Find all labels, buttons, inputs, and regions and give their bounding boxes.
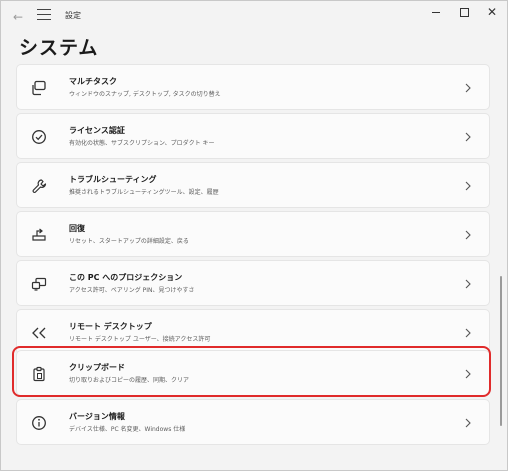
- window-title: 設定: [65, 11, 81, 20]
- chevron-right-icon: [463, 416, 473, 430]
- item-description: リセット、スタートアップの詳細設定、戻る: [69, 238, 189, 245]
- item-description: 推奨されるトラブルシューティングツール、設定、履歴: [69, 189, 219, 196]
- item-title: マルチタスク: [69, 77, 117, 86]
- item-title: ライセンス認証: [69, 126, 125, 135]
- item-description: 有効化の状態、サブスクリプション、プロダクト キー: [69, 140, 215, 147]
- chevron-right-icon: [463, 326, 473, 340]
- item-title: 回復: [69, 224, 85, 233]
- settings-item-multitasking[interactable]: マルチタスク ウィンドウのスナップ, デスクトップ, タスクの切り替え: [16, 64, 490, 110]
- multitasking-icon: [29, 78, 49, 98]
- chevron-right-icon: [463, 179, 473, 193]
- item-title: リモート デスクトップ: [69, 322, 152, 331]
- remote-desktop-icon: [29, 323, 49, 343]
- minimize-icon: [432, 11, 440, 13]
- chevron-right-icon: [463, 277, 473, 291]
- settings-item-recovery[interactable]: 回復 リセット、スタートアップの詳細設定、戻る: [16, 211, 490, 257]
- recovery-icon: [29, 225, 49, 245]
- close-icon: ✕: [486, 5, 498, 19]
- activation-icon: [29, 127, 49, 147]
- item-description: アクセス許可、ペアリング PIN、見つけやすさ: [69, 287, 195, 294]
- settings-item-about[interactable]: バージョン情報 デバイス仕様、PC 名変更、Windows 仕様: [16, 399, 490, 445]
- scrollbar-thumb[interactable]: [500, 276, 502, 426]
- close-button[interactable]: ✕: [475, 1, 507, 29]
- settings-list: マルチタスク ウィンドウのスナップ, デスクトップ, タスクの切り替え ライセン…: [1, 61, 507, 470]
- hamburger-menu-icon[interactable]: [37, 9, 51, 21]
- item-title: トラブルシューティング: [69, 175, 157, 184]
- chevron-right-icon: [463, 81, 473, 95]
- settings-item-troubleshoot[interactable]: トラブルシューティング 推奨されるトラブルシューティングツール、設定、履歴: [16, 162, 490, 208]
- clipboard-highlight-box: [12, 346, 491, 397]
- item-title: バージョン情報: [69, 412, 125, 421]
- settings-item-activation[interactable]: ライセンス認証 有効化の状態、サブスクリプション、プロダクト キー: [16, 113, 490, 159]
- page-title: システム: [19, 37, 99, 59]
- chevron-right-icon: [463, 130, 473, 144]
- projection-icon: [29, 274, 49, 294]
- settings-window: ← 設定 ✕ システム マルチタスク ウィンドウのスナップ, デスクトップ, タ…: [0, 0, 508, 471]
- item-title: この PC へのプロジェクション: [69, 273, 183, 282]
- troubleshoot-wrench-icon: [29, 176, 49, 196]
- item-description: ウィンドウのスナップ, デスクトップ, タスクの切り替え: [69, 91, 221, 98]
- chevron-right-icon: [463, 228, 473, 242]
- item-description: リモート デスクトップ ユーザー、接続アクセス許可: [69, 336, 211, 343]
- info-icon: [29, 413, 49, 433]
- maximize-icon: [459, 7, 469, 17]
- title-bar: ← 設定 ✕: [1, 1, 507, 33]
- back-arrow-icon[interactable]: ←: [9, 8, 27, 26]
- settings-item-projection[interactable]: この PC へのプロジェクション アクセス許可、ペアリング PIN、見つけやすさ: [16, 260, 490, 306]
- item-description: デバイス仕様、PC 名変更、Windows 仕様: [69, 426, 186, 433]
